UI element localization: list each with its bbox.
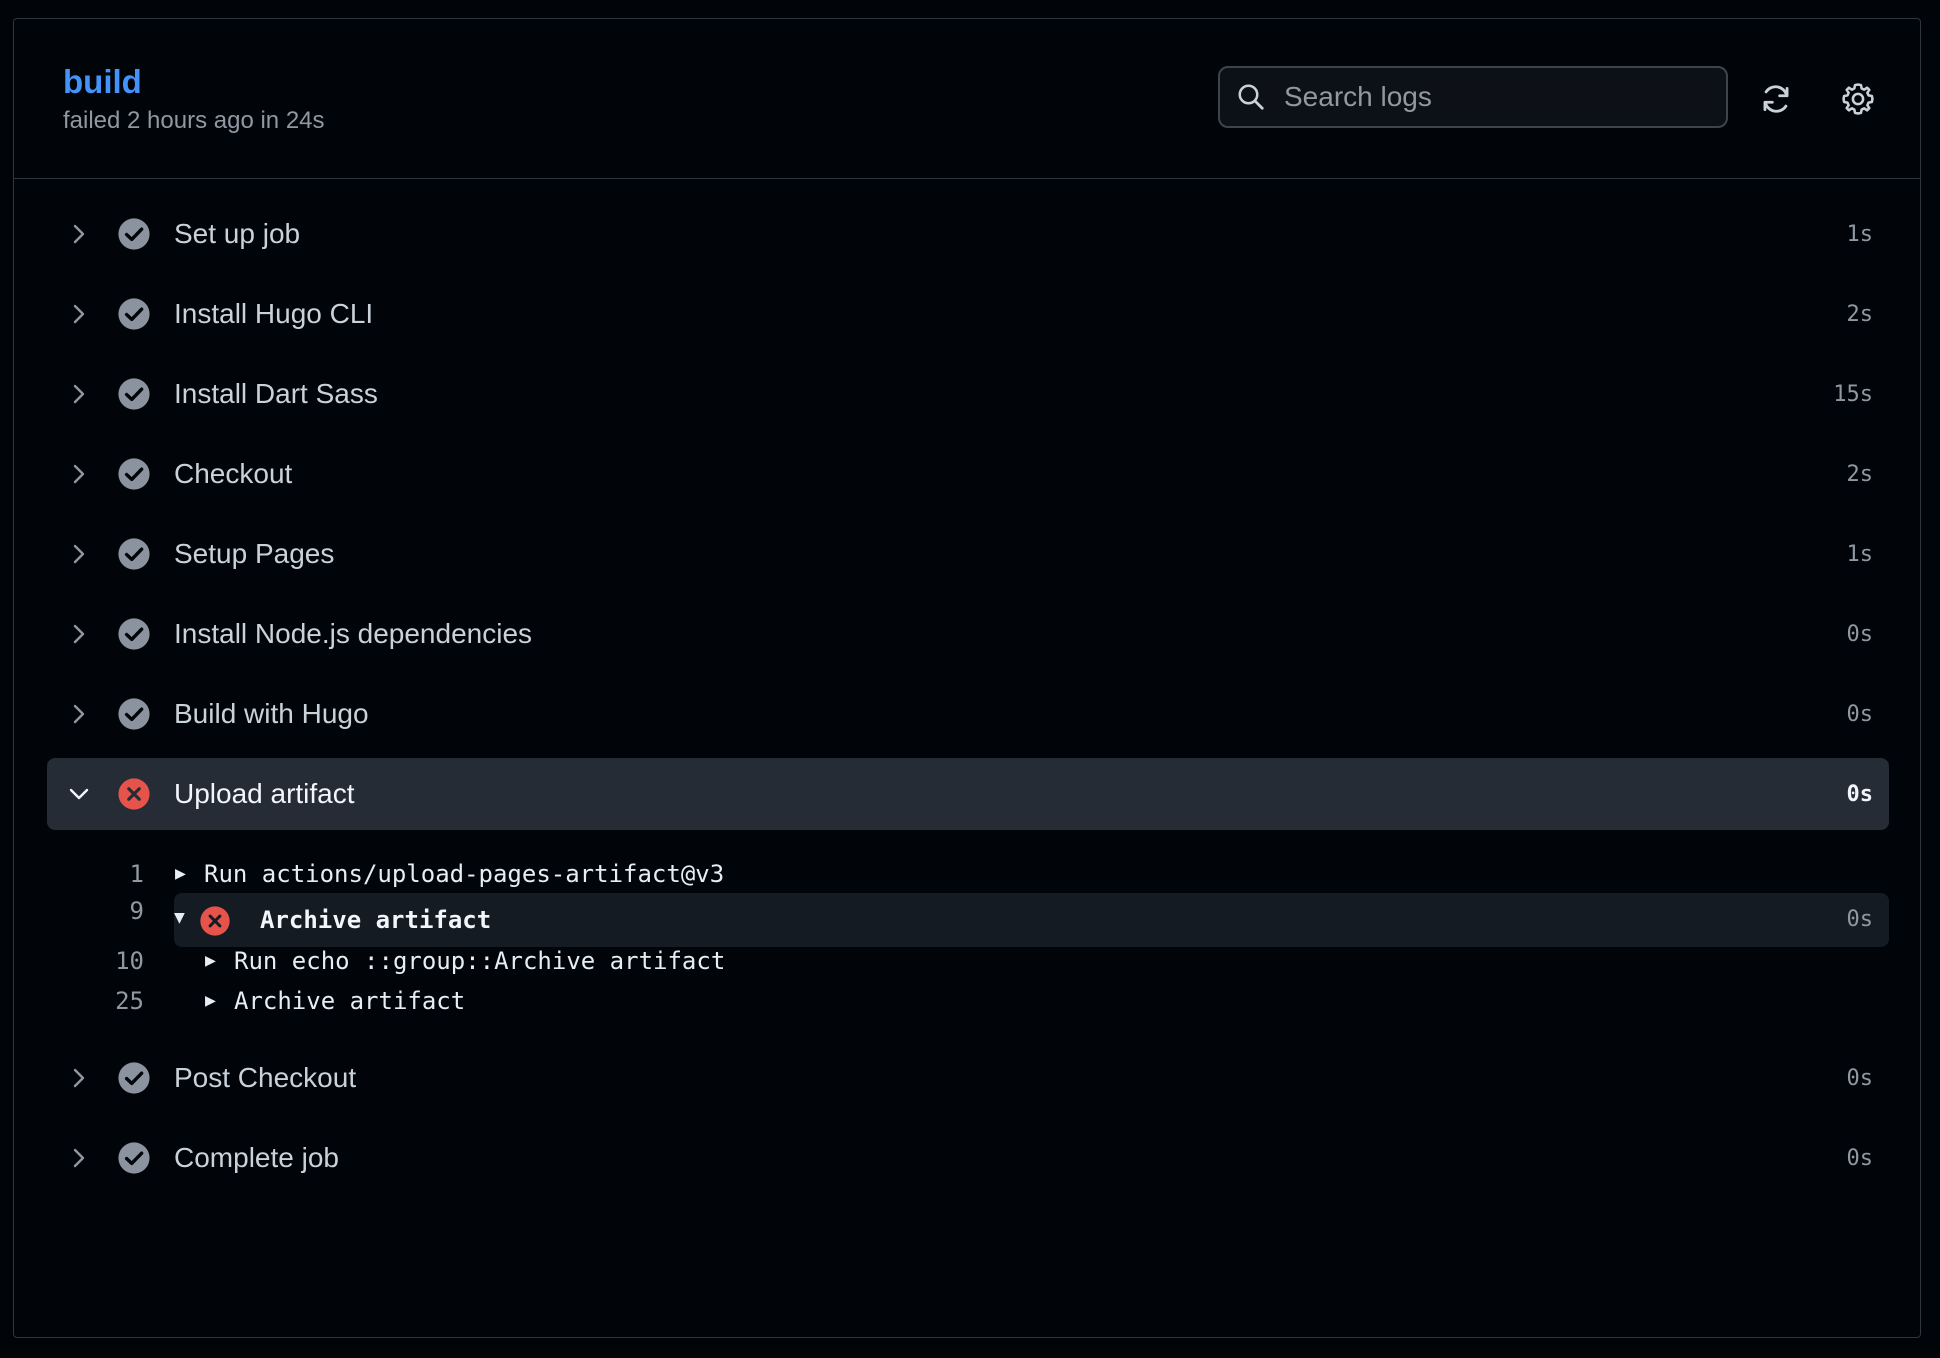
check-circle-icon <box>118 1142 150 1174</box>
step-duration: 0s <box>1846 622 1874 647</box>
chevron-right-icon <box>73 1148 85 1168</box>
step-row-build-with-hugo[interactable]: Build with Hugo 0s <box>47 678 1889 750</box>
step-row-upload-artifact[interactable]: Upload artifact 0s <box>47 758 1889 830</box>
step-duration: 2s <box>1846 462 1874 487</box>
step-row-complete-job[interactable]: Complete job 0s <box>47 1122 1889 1194</box>
collapse-triangle-icon: ▼ <box>174 907 185 928</box>
chevron-right-icon <box>73 224 85 244</box>
chevron-right-icon <box>73 384 85 404</box>
log-line[interactable]: 10 ▶ Run echo ::group::Archive artifact <box>14 939 1920 979</box>
log-text: Archive artifact <box>234 987 466 1015</box>
step-row-setup-pages[interactable]: Setup Pages 1s <box>47 518 1889 590</box>
check-circle-icon <box>118 218 150 250</box>
check-circle-icon <box>118 298 150 330</box>
line-number: 9 <box>129 897 144 925</box>
settings-button[interactable] <box>1838 79 1878 119</box>
refresh-icon <box>1763 85 1789 113</box>
step-name: Setup Pages <box>174 538 335 569</box>
step-row-install-hugo-cli[interactable]: Install Hugo CLI 2s <box>47 278 1889 350</box>
chevron-right-icon <box>73 624 85 644</box>
step-duration: 2s <box>1846 302 1874 327</box>
expand-triangle-icon: ▶ <box>205 950 216 971</box>
step-row-checkout[interactable]: Checkout 2s <box>47 438 1889 510</box>
chevron-right-icon <box>73 464 85 484</box>
step-row-install-node-deps[interactable]: Install Node.js dependencies 0s <box>47 598 1889 670</box>
step-name: Complete job <box>174 1142 339 1173</box>
step-row-set-up-job[interactable]: Set up job 1s <box>47 198 1889 270</box>
line-number: 25 <box>115 987 144 1015</box>
log-line[interactable]: 1 ▶ Run actions/upload-pages-artifact@v3 <box>14 852 1920 892</box>
step-duration: 0s <box>1846 702 1874 727</box>
step-name: Install Node.js dependencies <box>174 618 533 649</box>
step-row-post-checkout[interactable]: Post Checkout 0s <box>47 1042 1889 1114</box>
step-name: Install Dart Sass <box>174 378 378 409</box>
step-row-install-dart-sass[interactable]: Install Dart Sass 15s <box>47 358 1889 430</box>
step-duration: 0s <box>1846 782 1874 807</box>
step-name: Checkout <box>174 458 293 489</box>
job-status-text: failed 2 hours ago in 24s <box>63 107 325 134</box>
x-circle-icon <box>200 906 230 936</box>
check-circle-icon <box>118 698 150 730</box>
step-duration: 0s <box>1846 1066 1874 1091</box>
check-circle-icon <box>118 1062 150 1094</box>
search-logs-input[interactable] <box>1282 80 1706 114</box>
check-circle-icon <box>118 538 150 570</box>
step-name: Post Checkout <box>174 1062 357 1093</box>
chevron-right-icon <box>73 704 85 724</box>
search-icon <box>1238 84 1264 110</box>
line-number: 1 <box>129 860 144 888</box>
refresh-button[interactable] <box>1756 79 1796 119</box>
x-circle-icon <box>118 778 150 810</box>
search-logs-box[interactable] <box>1218 66 1728 128</box>
step-duration: 0s <box>1846 1146 1874 1171</box>
chevron-right-icon <box>73 544 85 564</box>
step-name: Install Hugo CLI <box>174 298 374 329</box>
step-name: Set up job <box>174 218 301 249</box>
chevron-down-icon <box>69 788 89 800</box>
step-duration: 1s <box>1846 542 1874 567</box>
gear-icon <box>1842 83 1874 115</box>
chevron-right-icon <box>73 1068 85 1088</box>
chevron-right-icon <box>73 304 85 324</box>
step-duration: 1s <box>1846 222 1874 247</box>
expand-triangle-icon: ▶ <box>205 990 216 1011</box>
job-title-link[interactable]: build <box>63 63 142 101</box>
job-header: build failed 2 hours ago in 24s <box>14 19 1920 179</box>
log-text: Run echo ::group::Archive artifact <box>234 947 726 975</box>
step-duration: 15s <box>1833 382 1873 407</box>
check-circle-icon <box>118 458 150 490</box>
step-name: Build with Hugo <box>174 698 369 729</box>
log-text: Run actions/upload-pages-artifact@v3 <box>204 860 725 888</box>
step-name: Upload artifact <box>174 778 355 809</box>
log-group-duration: 0s <box>1846 907 1874 932</box>
log-line[interactable]: 25 ▶ Archive artifact <box>14 979 1920 1019</box>
check-circle-icon <box>118 618 150 650</box>
line-number: 10 <box>115 947 144 975</box>
job-log-panel: build failed 2 hours ago in 24s Search l… <box>13 18 1921 1338</box>
check-circle-icon <box>118 378 150 410</box>
log-group-title: Archive artifact <box>260 906 492 934</box>
expand-triangle-icon: ▶ <box>175 863 186 884</box>
